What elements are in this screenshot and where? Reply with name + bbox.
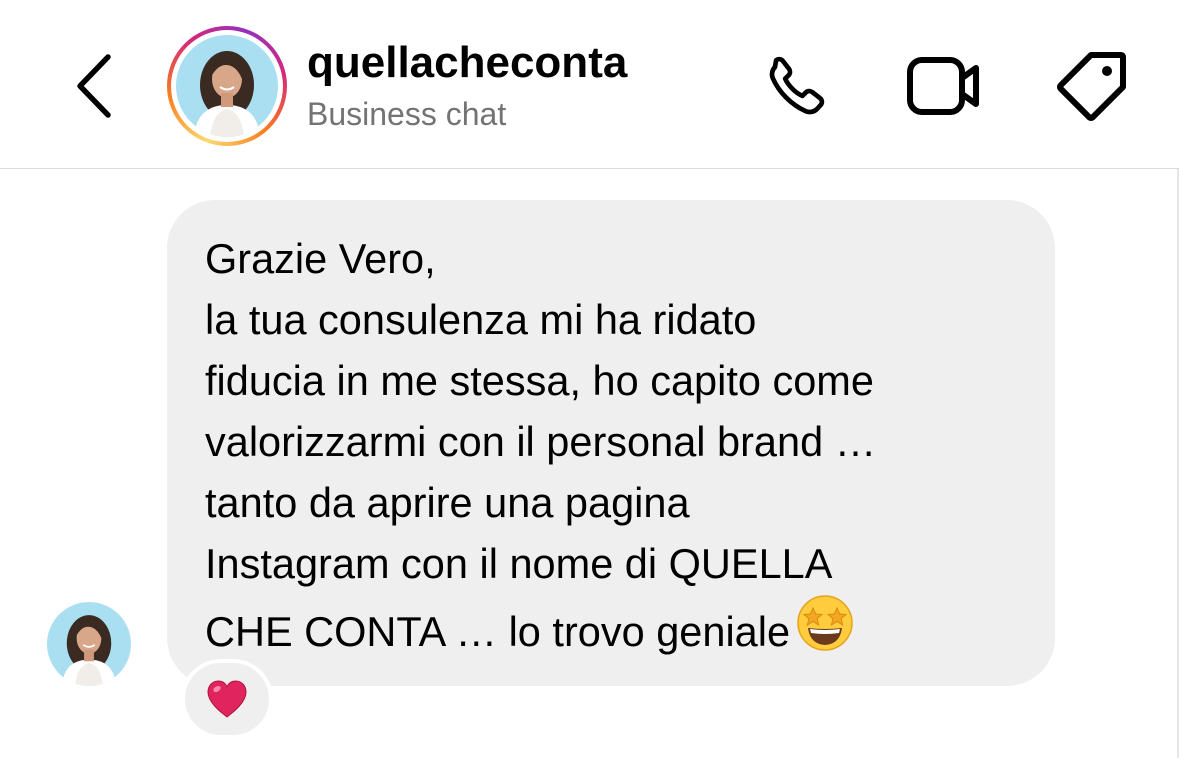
- chat-header: quellacheconta Business chat: [0, 0, 1179, 169]
- chat-username: quellacheconta: [307, 38, 628, 87]
- message-line: fiducia in me stessa, ho capito come: [205, 357, 874, 404]
- star-struck-emoji: [796, 594, 854, 668]
- video-call-button[interactable]: [904, 48, 984, 124]
- red-heart-emoji: [207, 680, 247, 718]
- video-camera-icon: [907, 57, 979, 115]
- tag-icon: [1057, 52, 1126, 121]
- chat-subtitle: Business chat: [307, 96, 507, 132]
- message-line: valorizzarmi con il personal brand …: [205, 418, 877, 465]
- chat-title-block[interactable]: quellacheconta Business chat: [307, 36, 627, 134]
- tag-button[interactable]: [1052, 48, 1132, 124]
- heart-reaction[interactable]: [181, 659, 273, 739]
- message-line: Instagram con il nome di QUELLA: [205, 540, 833, 587]
- profile-avatar[interactable]: [167, 26, 287, 146]
- message-line: la tua consulenza mi ha ridato: [205, 296, 757, 343]
- voice-call-button[interactable]: [758, 48, 838, 124]
- message-line-text: CHE CONTA … lo trovo geniale: [205, 608, 791, 655]
- avatar-photo: [176, 35, 278, 137]
- message-last-line: CHE CONTA … lo trovo geniale: [205, 594, 1017, 668]
- back-button[interactable]: [62, 48, 126, 124]
- phone-icon: [769, 56, 825, 115]
- message-line: Grazie Vero,: [205, 235, 436, 282]
- message-bubble[interactable]: Grazie Vero, la tua consulenza mi ha rid…: [167, 200, 1055, 686]
- chevron-left-icon: [77, 54, 111, 118]
- message-line: tanto da aprire una pagina: [205, 479, 690, 526]
- sender-avatar[interactable]: [47, 602, 131, 686]
